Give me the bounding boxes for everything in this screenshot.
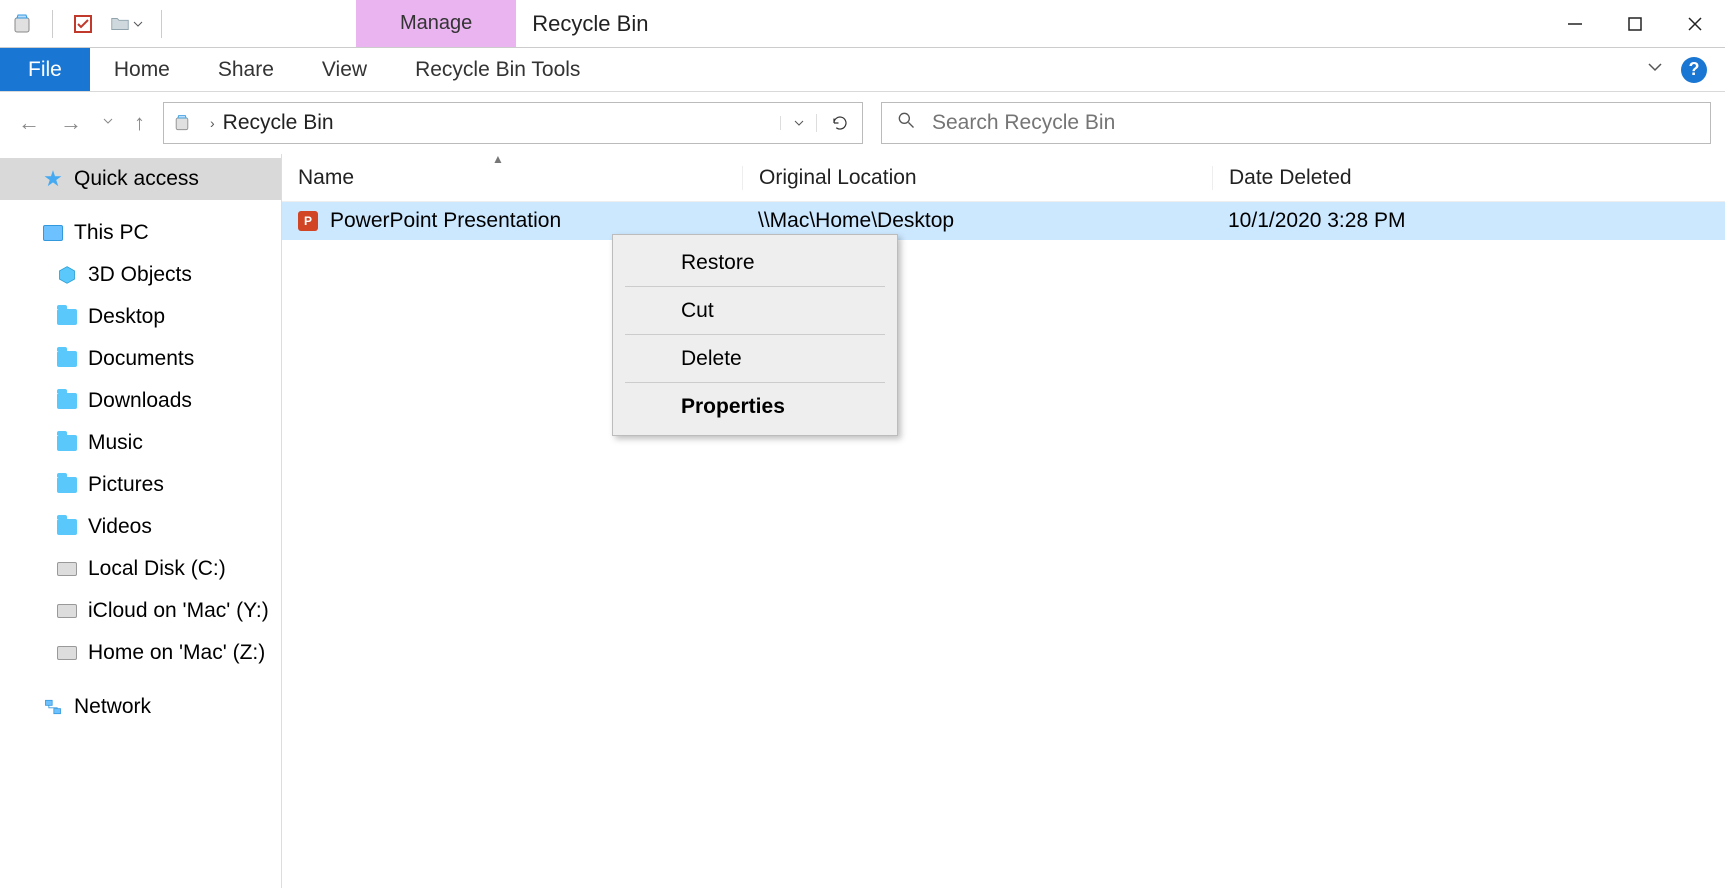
back-button[interactable]: ← [18, 110, 40, 136]
window-controls [1545, 0, 1725, 47]
refresh-button[interactable] [816, 114, 862, 132]
sidebar-item-home-drive[interactable]: Home on 'Mac' (Z:) [0, 632, 281, 674]
sidebar-item-downloads[interactable]: Downloads [0, 380, 281, 422]
sidebar-item-network[interactable]: Network [0, 686, 281, 728]
chevron-right-icon: › [210, 115, 215, 131]
context-menu: Restore Cut Delete Properties [612, 234, 898, 436]
folder-icon [56, 516, 78, 538]
sidebar-label: Home on 'Mac' (Z:) [88, 641, 265, 665]
cube-icon [56, 264, 78, 286]
help-button[interactable]: ? [1681, 57, 1707, 83]
folder-icon [56, 348, 78, 370]
folder-icon [56, 306, 78, 328]
folder-icon [56, 474, 78, 496]
sort-ascending-icon: ▲ [492, 152, 504, 166]
search-box[interactable] [881, 102, 1711, 144]
search-icon [896, 110, 916, 136]
context-menu-properties[interactable]: Properties [625, 383, 885, 431]
recycle-bin-icon[interactable] [10, 12, 34, 36]
quick-access-icon: ★ [42, 168, 64, 190]
sidebar-item-music[interactable]: Music [0, 422, 281, 464]
file-name: PowerPoint Presentation [330, 209, 561, 233]
sidebar-item-icloud-drive[interactable]: iCloud on 'Mac' (Y:) [0, 590, 281, 632]
file-date-deleted: 10/1/2020 3:28 PM [1212, 209, 1725, 233]
separator [161, 10, 162, 38]
tab-share[interactable]: Share [194, 48, 298, 91]
tab-home[interactable]: Home [90, 48, 194, 91]
sidebar-label: Desktop [88, 305, 165, 329]
quick-access-toolbar [0, 0, 166, 47]
sidebar-label: Documents [88, 347, 194, 371]
file-original-location: \\Mac\Home\Desktop [742, 209, 1212, 233]
sidebar-label: Downloads [88, 389, 192, 413]
column-header-original-location[interactable]: Original Location [742, 166, 1212, 190]
search-input[interactable] [932, 111, 1696, 135]
address-dropdown[interactable] [780, 116, 816, 130]
sidebar-item-quick-access[interactable]: ★ Quick access [0, 158, 281, 200]
recycle-bin-icon [170, 111, 194, 135]
table-row[interactable]: P PowerPoint Presentation \\Mac\Home\Des… [282, 202, 1725, 240]
disk-icon [56, 600, 78, 622]
sidebar-item-desktop[interactable]: Desktop [0, 296, 281, 338]
address-location[interactable]: Recycle Bin [223, 111, 334, 135]
this-pc-icon [42, 222, 64, 244]
sidebar-label: Pictures [88, 473, 164, 497]
disk-icon [56, 558, 78, 580]
sidebar-item-this-pc[interactable]: This PC [0, 212, 281, 254]
sidebar-label: This PC [74, 221, 149, 245]
up-button[interactable]: ↑ [134, 110, 145, 136]
file-list: ▲ Name Original Location Date Deleted P … [282, 154, 1725, 888]
address-bar[interactable]: › Recycle Bin [163, 102, 863, 144]
column-header-date-deleted[interactable]: Date Deleted [1212, 166, 1725, 190]
ribbon-tabs: File Home Share View Recycle Bin Tools ? [0, 48, 1725, 92]
context-menu-cut[interactable]: Cut [625, 287, 885, 335]
minimize-button[interactable] [1545, 0, 1605, 47]
powerpoint-file-icon: P [298, 211, 318, 231]
sidebar-item-videos[interactable]: Videos [0, 506, 281, 548]
disk-icon [56, 642, 78, 664]
network-icon [42, 696, 64, 718]
forward-button[interactable]: → [60, 110, 82, 136]
sidebar-item-local-disk[interactable]: Local Disk (C:) [0, 548, 281, 590]
context-menu-delete[interactable]: Delete [625, 335, 885, 383]
sidebar-item-3d-objects[interactable]: 3D Objects [0, 254, 281, 296]
properties-qat-icon[interactable] [71, 12, 95, 36]
window-title: Recycle Bin [516, 0, 648, 47]
sidebar-label: Quick access [74, 167, 199, 191]
sidebar-item-documents[interactable]: Documents [0, 338, 281, 380]
sidebar-label: Network [74, 695, 151, 719]
navigation-bar: ← → ↑ › Recycle Bin [0, 92, 1725, 154]
context-menu-restore[interactable]: Restore [625, 239, 885, 287]
sidebar-label: Music [88, 431, 143, 455]
folder-icon [56, 390, 78, 412]
contextual-tab-manage[interactable]: Manage [356, 0, 516, 47]
ribbon-expand-icon[interactable] [1645, 57, 1665, 82]
sidebar-item-pictures[interactable]: Pictures [0, 464, 281, 506]
tab-file[interactable]: File [0, 48, 90, 91]
separator [52, 10, 53, 38]
maximize-button[interactable] [1605, 0, 1665, 47]
sidebar-label: Local Disk (C:) [88, 557, 226, 581]
new-folder-qat-icon[interactable] [109, 13, 143, 35]
sidebar-label: iCloud on 'Mac' (Y:) [88, 599, 269, 623]
folder-icon [56, 432, 78, 454]
sidebar-label: Videos [88, 515, 152, 539]
sidebar-label: 3D Objects [88, 263, 192, 287]
tab-view[interactable]: View [298, 48, 391, 91]
column-header-name[interactable]: ▲ Name [282, 166, 742, 190]
navigation-pane: ★ Quick access This PC 3D Objects Deskto… [0, 154, 282, 888]
tab-recycle-bin-tools[interactable]: Recycle Bin Tools [391, 48, 604, 91]
column-label: Name [298, 166, 354, 189]
column-headers: ▲ Name Original Location Date Deleted [282, 154, 1725, 202]
title-bar: Manage Recycle Bin [0, 0, 1725, 48]
close-button[interactable] [1665, 0, 1725, 47]
history-dropdown[interactable] [102, 114, 114, 132]
